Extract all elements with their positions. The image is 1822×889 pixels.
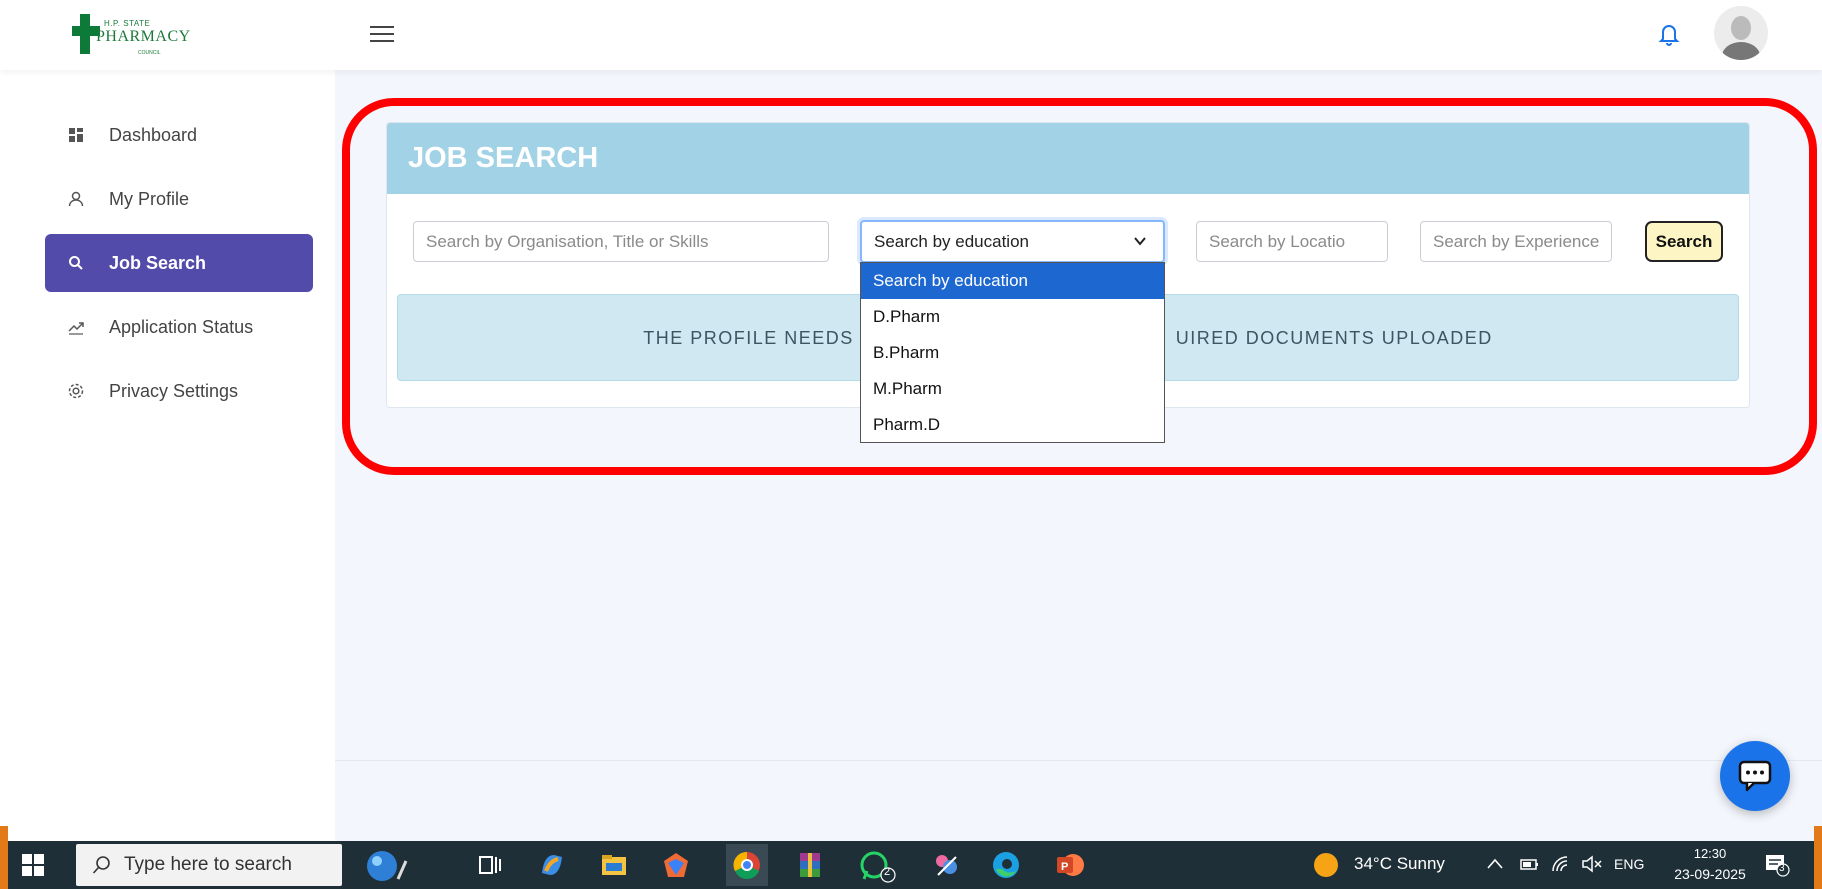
chrome-icon[interactable] <box>726 844 768 886</box>
logo-line2: PHARMACY <box>96 28 191 45</box>
window-edge <box>0 826 8 889</box>
search-icon <box>69 256 83 270</box>
page-title: JOB SEARCH <box>408 142 599 174</box>
sidebar-item-job-search[interactable]: Job Search <box>45 234 313 292</box>
language-indicator[interactable]: ENG <box>1614 856 1644 872</box>
alert-text-left: THE PROFILE NEEDS <box>643 328 854 348</box>
sidebar-item-label: Application Status <box>109 317 254 337</box>
logo-line1: H.P. STATE <box>104 19 151 28</box>
speaker-muted-icon[interactable] <box>1580 854 1604 874</box>
chat-button[interactable] <box>1720 741 1790 811</box>
education-select-value: Search by education <box>874 232 1029 251</box>
education-option[interactable]: Search by education <box>861 263 1164 299</box>
sidebar-item-application-status[interactable]: Application Status <box>45 298 313 356</box>
battery-icon[interactable] <box>1518 855 1540 873</box>
organisation-search-input[interactable] <box>413 221 829 262</box>
notification-count: 3 <box>1779 863 1785 874</box>
sidebar-item-my-profile[interactable]: My Profile <box>45 170 313 228</box>
gear-icon <box>68 383 84 399</box>
sidebar-item-dashboard[interactable]: Dashboard <box>45 106 313 164</box>
chat-icon <box>1738 760 1772 792</box>
wifi-icon[interactable] <box>1550 854 1572 874</box>
dashboard-icon <box>69 128 83 142</box>
footer-divider <box>335 760 1822 761</box>
user-icon <box>68 191 84 207</box>
taskbar-search-box[interactable]: Type here to search <box>76 844 342 886</box>
sidebar-item-label: Privacy Settings <box>109 381 239 401</box>
chevron-down-icon <box>1134 237 1146 246</box>
window-edge <box>1814 826 1822 889</box>
task-view-icon[interactable] <box>474 849 506 881</box>
search-button[interactable]: Search <box>1645 221 1723 262</box>
card-header: JOB SEARCH <box>387 123 1749 194</box>
education-option[interactable]: Pharm.D <box>861 407 1164 443</box>
edge-icon[interactable] <box>990 849 1022 881</box>
education-dropdown-list: Search by education D.Pharm B.Pharm M.Ph… <box>860 262 1165 443</box>
logo-line3: COUNCIL <box>138 50 161 56</box>
chevron-up-icon[interactable] <box>1486 857 1504 871</box>
weather-widget-icon[interactable] <box>360 849 412 881</box>
notification-center-icon[interactable]: 3 <box>1764 853 1790 877</box>
notification-bell-icon[interactable] <box>1657 21 1681 47</box>
copilot-icon[interactable] <box>536 849 568 881</box>
sidebar-item-label: Job Search <box>109 253 207 273</box>
top-header: H.P. STATE PHARMACY COUNCIL <box>0 0 1822 70</box>
sidebar-item-label: Dashboard <box>109 125 198 145</box>
weather-text[interactable]: 34°C Sunny <box>1354 854 1445 874</box>
education-option[interactable]: B.Pharm <box>861 335 1164 371</box>
sidebar-item-privacy-settings[interactable]: Privacy Settings <box>45 362 313 420</box>
user-avatar[interactable] <box>1714 6 1768 60</box>
file-explorer-icon[interactable] <box>598 849 630 881</box>
taskbar-clock-time[interactable]: 12:30 <box>1680 846 1740 861</box>
taskbar-clock-date[interactable]: 23-09-2025 <box>1660 866 1760 882</box>
whatsapp-icon[interactable]: 2 <box>858 849 898 883</box>
trend-icon <box>68 322 84 335</box>
snipping-tool-icon[interactable] <box>930 849 962 881</box>
whatsapp-badge: 2 <box>884 866 891 878</box>
search-icon <box>92 856 110 874</box>
education-select[interactable]: Search by education <box>860 220 1165 263</box>
sidebar-item-label: My Profile <box>109 189 190 209</box>
experience-search-input[interactable] <box>1420 221 1612 262</box>
pharmacy-council-logo[interactable]: H.P. STATE PHARMACY COUNCIL <box>72 14 190 58</box>
menu-toggle-icon[interactable] <box>370 26 394 44</box>
taskbar-search-text: Type here to search <box>124 854 292 875</box>
education-option[interactable]: D.Pharm <box>861 299 1164 335</box>
winrar-icon[interactable] <box>794 849 826 881</box>
sidebar: Dashboard My Profile Job Search Applicat… <box>0 70 335 841</box>
education-option[interactable]: M.Pharm <box>861 371 1164 407</box>
powerpoint-icon[interactable]: P <box>1054 849 1086 881</box>
windows-start-icon[interactable] <box>22 854 44 876</box>
location-search-input[interactable] <box>1196 221 1388 262</box>
alert-text-right: UIRED DOCUMENTS UPLOADED <box>1175 328 1493 348</box>
store-app-icon[interactable] <box>660 849 692 881</box>
weather-sun-icon[interactable] <box>1314 853 1338 877</box>
svg-text:P: P <box>1061 861 1068 873</box>
windows-taskbar: Type here to search 2 P 34°C Sunny ENG 1… <box>0 841 1822 889</box>
